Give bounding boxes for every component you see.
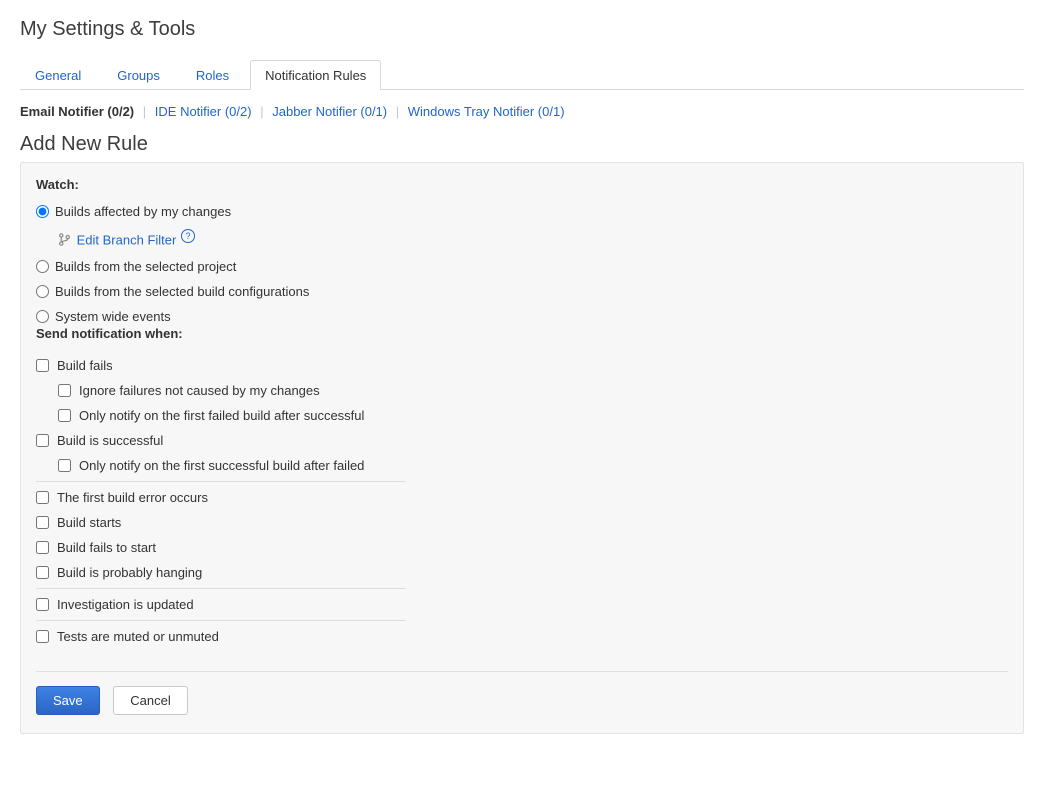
check-build-fails-label: Build fails xyxy=(57,358,113,373)
check-first-failed[interactable] xyxy=(58,409,71,422)
tab-notification-rules[interactable]: Notification Rules xyxy=(250,60,381,90)
main-tabs: General Groups Roles Notification Rules xyxy=(20,59,1024,90)
check-build-success[interactable] xyxy=(36,434,49,447)
cancel-button[interactable]: Cancel xyxy=(113,686,187,715)
notifier-sub-tabs: Email Notifier (0/2) | IDE Notifier (0/2… xyxy=(20,104,1024,119)
radio-builds-project[interactable] xyxy=(36,260,49,273)
save-button[interactable]: Save xyxy=(36,686,100,715)
radio-builds-configs[interactable] xyxy=(36,285,49,298)
tab-general[interactable]: General xyxy=(20,60,96,90)
tab-roles[interactable]: Roles xyxy=(181,60,244,90)
check-hanging[interactable] xyxy=(36,566,49,579)
check-tests-muted-label: Tests are muted or unmuted xyxy=(57,629,219,644)
check-ignore-failures-label: Ignore failures not caused by my changes xyxy=(79,383,320,398)
radio-builds-my-changes-label: Builds affected by my changes xyxy=(55,204,231,219)
check-investigation-label: Investigation is updated xyxy=(57,597,194,612)
check-first-error[interactable] xyxy=(36,491,49,504)
check-first-success[interactable] xyxy=(58,459,71,472)
help-icon[interactable]: ? xyxy=(181,229,195,243)
notifier-ide[interactable]: IDE Notifier (0/2) xyxy=(155,104,252,119)
send-label: Send notification when: xyxy=(36,326,1008,341)
radio-system-wide[interactable] xyxy=(36,310,49,323)
tab-groups[interactable]: Groups xyxy=(102,60,175,90)
rule-form: Watch: Builds affected by my changes Edi… xyxy=(20,162,1024,734)
radio-builds-configs-label: Builds from the selected build configura… xyxy=(55,284,309,299)
check-fails-to-start-label: Build fails to start xyxy=(57,540,156,555)
check-first-error-label: The first build error occurs xyxy=(57,490,208,505)
page-title: My Settings & Tools xyxy=(20,18,1024,41)
check-investigation[interactable] xyxy=(36,598,49,611)
section-title: Add New Rule xyxy=(20,133,1024,156)
radio-builds-project-label: Builds from the selected project xyxy=(55,259,236,274)
watch-label: Watch: xyxy=(36,177,1008,192)
radio-builds-my-changes[interactable] xyxy=(36,205,49,218)
check-first-failed-label: Only notify on the first failed build af… xyxy=(79,408,364,423)
check-hanging-label: Build is probably hanging xyxy=(57,565,202,580)
check-first-success-label: Only notify on the first successful buil… xyxy=(79,458,364,473)
edit-branch-filter-link[interactable]: Edit Branch Filter xyxy=(77,232,177,247)
branch-icon xyxy=(58,233,71,246)
check-ignore-failures[interactable] xyxy=(58,384,71,397)
check-fails-to-start[interactable] xyxy=(36,541,49,554)
notifier-tray[interactable]: Windows Tray Notifier (0/1) xyxy=(408,104,565,119)
check-build-success-label: Build is successful xyxy=(57,433,163,448)
check-build-starts[interactable] xyxy=(36,516,49,529)
notifier-jabber[interactable]: Jabber Notifier (0/1) xyxy=(272,104,387,119)
check-build-starts-label: Build starts xyxy=(57,515,121,530)
check-build-fails[interactable] xyxy=(36,359,49,372)
radio-system-wide-label: System wide events xyxy=(55,309,171,324)
notifier-email[interactable]: Email Notifier (0/2) xyxy=(20,104,134,119)
check-tests-muted[interactable] xyxy=(36,630,49,643)
